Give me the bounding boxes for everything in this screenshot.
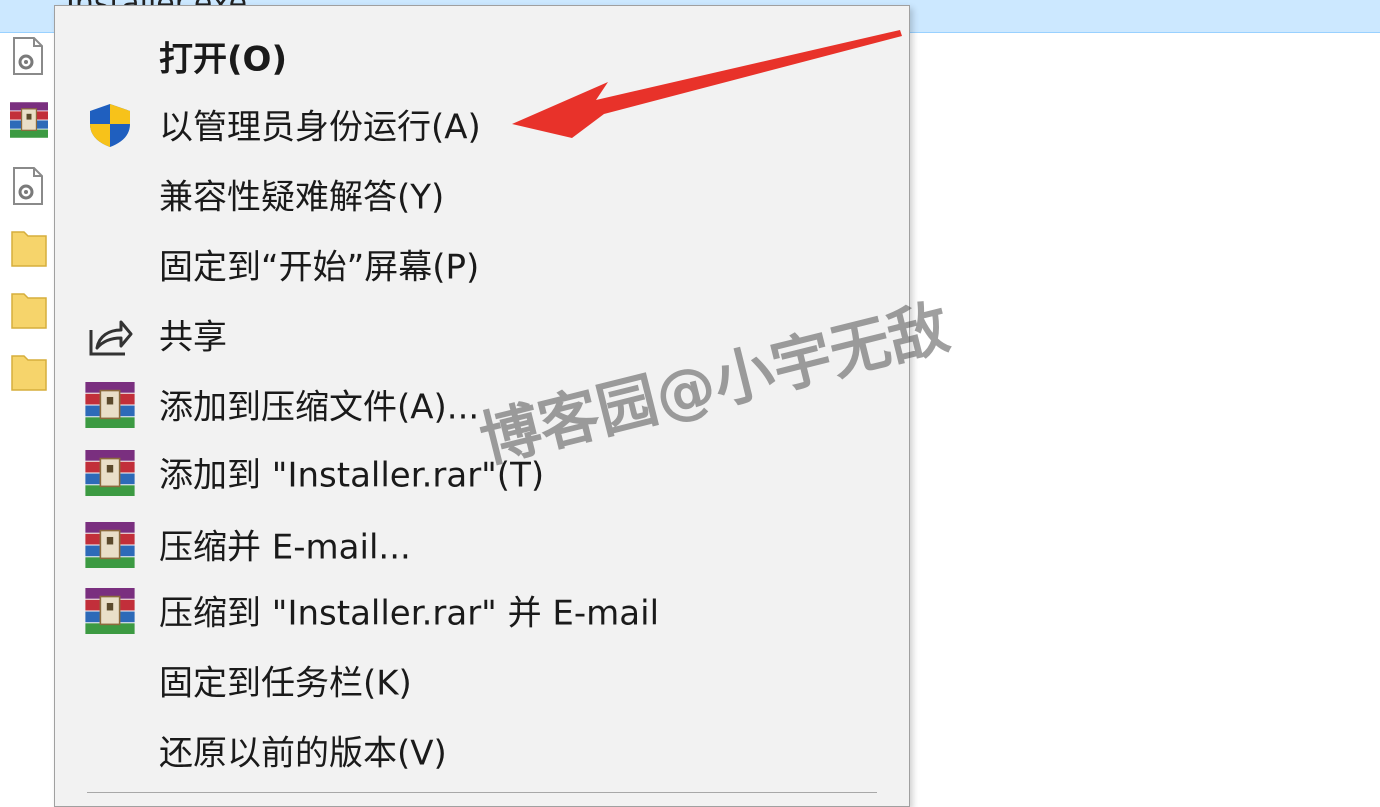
menu-item-restore-previous-versions[interactable]: 还原以前的版本(V) xyxy=(55,716,907,784)
menu-item-pin-to-start[interactable]: 固定到“开始”屏幕(P) xyxy=(55,230,907,298)
menu-item-open[interactable]: 打开(O) xyxy=(55,22,907,90)
menu-item-label: 兼容性疑难解答(Y) xyxy=(159,177,445,218)
menu-item-run-as-admin[interactable]: 以管理员身份运行(A) xyxy=(55,90,907,158)
menu-item-label: 压缩到 "Installer.rar" 并 E-mail xyxy=(159,593,660,634)
menu-item-label: 添加到压缩文件(A)... xyxy=(159,387,480,428)
menu-item-label: 以管理员身份运行(A) xyxy=(159,107,481,148)
menu-item-label: 压缩并 E-mail... xyxy=(159,527,411,568)
menu-item-pin-to-taskbar[interactable]: 固定到任务栏(K) xyxy=(55,646,907,714)
menu-item-add-to-installer-rar[interactable]: 添加到 "Installer.rar"(T) xyxy=(55,438,907,506)
menu-item-label: 打开(O) xyxy=(159,39,287,80)
uac-shield-icon xyxy=(90,104,130,147)
menu-item-label: 固定到“开始”屏幕(P) xyxy=(159,247,480,288)
menu-item-label: 固定到任务栏(K) xyxy=(159,663,412,704)
menu-separator xyxy=(87,792,877,793)
folder-icon[interactable] xyxy=(10,290,48,330)
gear-file-icon[interactable] xyxy=(10,166,48,206)
winrar-icon xyxy=(85,450,135,496)
folder-icon[interactable] xyxy=(10,228,48,268)
folder-icon[interactable] xyxy=(10,352,48,392)
menu-item-label: 共享 xyxy=(159,317,227,358)
winrar-icon xyxy=(85,588,135,634)
menu-item-compress-to-rar-and-email[interactable]: 压缩到 "Installer.rar" 并 E-mail xyxy=(55,576,907,644)
winrar-icon xyxy=(85,382,135,428)
share-icon xyxy=(89,320,133,356)
gear-file-icon[interactable] xyxy=(10,36,48,76)
menu-item-compatibility-troubleshoot[interactable]: 兼容性疑难解答(Y) xyxy=(55,160,907,228)
menu-item-label: 还原以前的版本(V) xyxy=(159,733,447,774)
menu-item-compress-and-email[interactable]: 压缩并 E-mail... xyxy=(55,510,907,578)
winrar-icon xyxy=(85,522,135,568)
winrar-icon[interactable] xyxy=(10,100,48,140)
